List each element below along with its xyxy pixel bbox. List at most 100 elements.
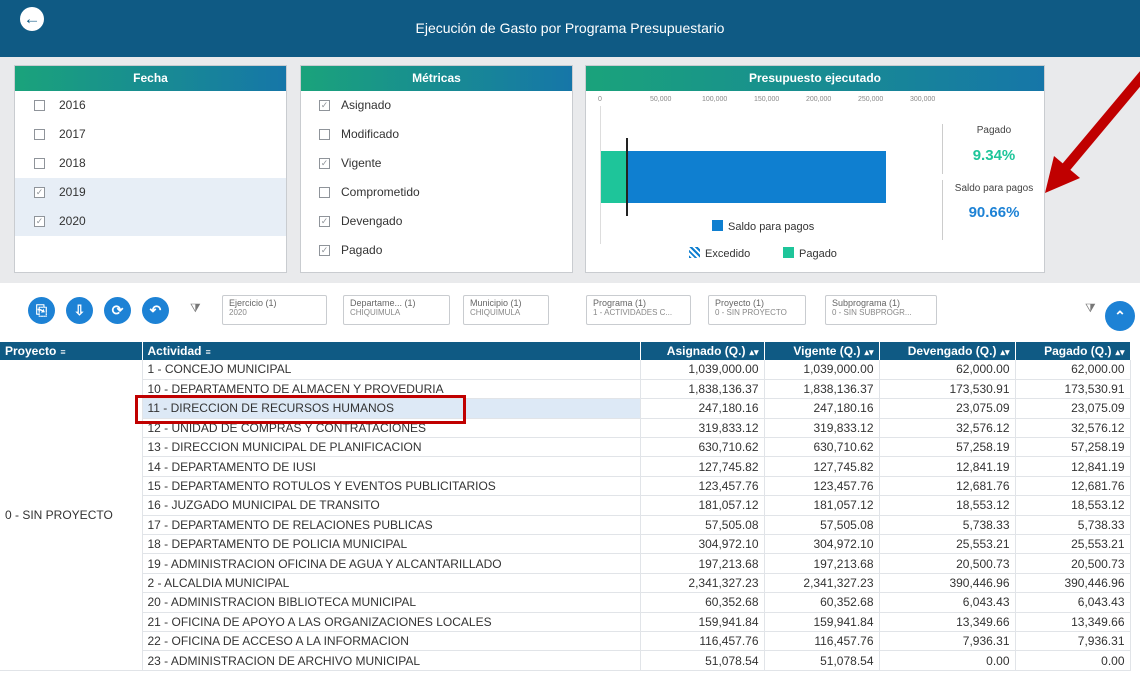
table-header-cell[interactable]: Vigente (Q.) ▴▾: [764, 342, 880, 360]
checkbox-icon[interactable]: ✓: [319, 216, 330, 227]
actividad-cell[interactable]: 19 - ADMINISTRACION OFICINA DE AGUA Y AL…: [142, 553, 641, 574]
metricas-panel-title: Métricas: [301, 66, 572, 91]
sort-icon[interactable]: ▴▾: [864, 347, 873, 357]
metrica-option[interactable]: ✓ Pagado: [301, 236, 572, 265]
table-row[interactable]: 21 - OFICINA DE APOYO A LAS ORGANIZACION…: [0, 612, 1131, 632]
actividad-cell[interactable]: 21 - OFICINA DE APOYO A LAS ORGANIZACION…: [142, 612, 641, 632]
fecha-option[interactable]: ✓ 2020: [15, 207, 286, 236]
amount-cell: 0.00: [879, 650, 1016, 671]
amount-cell: 5,738.33: [879, 515, 1016, 536]
actividad-cell[interactable]: 17 - DEPARTAMENTO DE RELACIONES PUBLICAS: [142, 515, 641, 536]
table-row[interactable]: 22 - OFICINA DE ACCESO A LA INFORMACION 1…: [0, 631, 1131, 652]
header-label: Pagado (Q.): [1044, 344, 1112, 358]
collapse-up-icon[interactable]: ⌃: [1105, 301, 1135, 331]
checkbox-icon[interactable]: [34, 158, 45, 169]
table-header-cell[interactable]: Asignado (Q.) ▴▾: [640, 342, 765, 360]
actividad-cell[interactable]: 15 - DEPARTAMENTO ROTULOS Y EVENTOS PUBL…: [142, 476, 641, 497]
fecha-option[interactable]: ✓ 2019: [15, 178, 286, 207]
actividad-cell[interactable]: 16 - JUZGADO MUNICIPAL DE TRANSITO: [142, 495, 641, 516]
filter-chip-value: CHIQUIMULA: [350, 308, 401, 317]
table-row[interactable]: 18 - DEPARTAMENTO DE POLICIA MUNICIPAL 30…: [0, 534, 1131, 555]
checkbox-icon[interactable]: ✓: [34, 187, 45, 198]
metrica-option[interactable]: Modificado: [301, 120, 572, 149]
bar-pagado[interactable]: [601, 151, 626, 203]
checkbox-icon[interactable]: [319, 187, 330, 198]
checkbox-icon[interactable]: [34, 129, 45, 140]
checkbox-icon[interactable]: ✓: [319, 245, 330, 256]
table-row[interactable]: 17 - DEPARTAMENTO DE RELACIONES PUBLICAS…: [0, 515, 1131, 536]
amount-cell: 23,075.09: [879, 398, 1016, 419]
results-table: Proyecto ≡ Actividad ≡ Asignado (Q.) ▴▾ Vigent…: [0, 342, 1131, 671]
table-header-cell[interactable]: Proyecto ≡: [0, 342, 143, 360]
table-row[interactable]: 13 - DIRECCION MUNICIPAL DE PLANIFICACIO…: [0, 437, 1131, 458]
sort-icon[interactable]: ▴▾: [1115, 347, 1124, 357]
table-row[interactable]: 14 - DEPARTAMENTO DE IUSI 127,745.82 127,7…: [0, 456, 1131, 477]
table-header-cell[interactable]: Devengado (Q.) ▴▾: [879, 342, 1016, 360]
metrica-option[interactable]: ✓ Devengado: [301, 207, 572, 236]
filter-funnel-icon[interactable]: ⧩: [190, 301, 201, 316]
checkbox-icon[interactable]: ✓: [34, 216, 45, 227]
actividad-cell[interactable]: 18 - DEPARTAMENTO DE POLICIA MUNICIPAL: [142, 534, 641, 555]
legend-saldo[interactable]: Saldo para pagos: [712, 220, 814, 233]
amount-cell: 2,341,327.23: [640, 573, 765, 594]
checkbox-icon[interactable]: ✓: [319, 100, 330, 111]
table-header-cell[interactable]: Actividad ≡: [142, 342, 641, 360]
header-label: Asignado (Q.): [666, 344, 746, 358]
legend-excedido-label: Excedido: [705, 248, 751, 260]
clear-filter-icon[interactable]: ⧩: [1085, 301, 1096, 316]
table-header-cell[interactable]: Pagado (Q.) ▴▾: [1015, 342, 1131, 360]
actividad-cell[interactable]: 2 - ALCALDIA MUNICIPAL: [142, 573, 641, 594]
filter-chip[interactable]: Programa (1) 1 - ACTIVIDADES C...: [586, 295, 691, 325]
metrica-option-label: Vigente: [341, 156, 382, 170]
amount-cell: 247,180.16: [640, 398, 765, 419]
amount-cell: 6,043.43: [879, 592, 1016, 613]
actividad-cell[interactable]: 23 - ADMINISTRACION DE ARCHIVO MUNICIPAL: [142, 650, 641, 671]
filter-chip-title: Ejercicio (1): [229, 298, 277, 308]
checkbox-icon[interactable]: [319, 129, 330, 140]
sort-icon[interactable]: ≡: [206, 347, 211, 357]
legend-excedido[interactable]: Excedido: [689, 247, 750, 260]
amount-cell: 159,941.84: [640, 612, 765, 632]
undo-icon[interactable]: ↶: [142, 297, 169, 324]
sort-icon[interactable]: ▴▾: [1000, 347, 1009, 357]
fecha-option-label: 2019: [59, 185, 86, 199]
metrica-option[interactable]: Comprometido: [301, 178, 572, 207]
table-row[interactable]: 0 - SIN PROYECTO 1 - CONCEJO MUNICIPAL 1,0…: [0, 360, 1131, 671]
fecha-option-label: 2018: [59, 156, 86, 170]
amount-cell: 13,349.66: [879, 612, 1016, 632]
fecha-option[interactable]: 2016: [15, 91, 286, 120]
metrica-option[interactable]: ✓ Vigente: [301, 149, 572, 178]
kpi-saldo-label: Saldo para pagos: [954, 183, 1034, 194]
legend-pagado[interactable]: Pagado: [783, 247, 837, 260]
filter-chip[interactable]: Proyecto (1) 0 - SIN PROYECTO: [708, 295, 806, 325]
actividad-cell[interactable]: 20 - ADMINISTRACION BIBLIOTECA MUNICIPAL: [142, 592, 641, 613]
filter-chip[interactable]: Subprograma (1) 0 - SIN SUBPROGR...: [825, 295, 937, 325]
amount-cell: 25,553.21: [1015, 534, 1131, 555]
actividad-cell[interactable]: 1 - CONCEJO MUNICIPAL: [142, 360, 641, 380]
fecha-option[interactable]: 2018: [15, 149, 286, 178]
actividad-cell[interactable]: 22 - OFICINA DE ACCESO A LA INFORMACION: [142, 631, 641, 652]
header-label: Actividad: [147, 344, 202, 358]
table-row[interactable]: 20 - ADMINISTRACION BIBLIOTECA MUNICIPAL…: [0, 592, 1131, 613]
sort-icon[interactable]: ▴▾: [749, 347, 758, 357]
table-row[interactable]: 23 - ADMINISTRACION DE ARCHIVO MUNICIPAL…: [0, 650, 1131, 671]
table-row[interactable]: 16 - JUZGADO MUNICIPAL DE TRANSITO 181,05…: [0, 495, 1131, 516]
table-row[interactable]: 15 - DEPARTAMENTO ROTULOS Y EVENTOS PUBL…: [0, 476, 1131, 497]
filter-chip[interactable]: Municipio (1) CHIQUIMULA: [463, 295, 549, 325]
export-icon[interactable]: ⎘: [28, 297, 55, 324]
table-row[interactable]: 2 - ALCALDIA MUNICIPAL 2,341,327.23 2,341,…: [0, 573, 1131, 594]
kpi-pagado-label: Pagado: [976, 125, 1012, 136]
checkbox-icon[interactable]: ✓: [319, 158, 330, 169]
download-icon[interactable]: ⇩: [66, 297, 93, 324]
actividad-cell[interactable]: 14 - DEPARTAMENTO DE IUSI: [142, 456, 641, 477]
metrica-option[interactable]: ✓ Asignado: [301, 91, 572, 120]
sort-icon[interactable]: ≡: [60, 347, 65, 357]
table-row[interactable]: 19 - ADMINISTRACION OFICINA DE AGUA Y AL…: [0, 553, 1131, 574]
filter-chip[interactable]: Departame... (1) CHIQUIMULA: [343, 295, 450, 325]
checkbox-icon[interactable]: [34, 100, 45, 111]
bar-saldo[interactable]: [626, 151, 886, 203]
refresh-icon[interactable]: ⟳: [104, 297, 131, 324]
actividad-cell[interactable]: 13 - DIRECCION MUNICIPAL DE PLANIFICACIO…: [142, 437, 641, 458]
filter-chip[interactable]: Ejercicio (1) 2020: [222, 295, 327, 325]
fecha-option[interactable]: 2017: [15, 120, 286, 149]
